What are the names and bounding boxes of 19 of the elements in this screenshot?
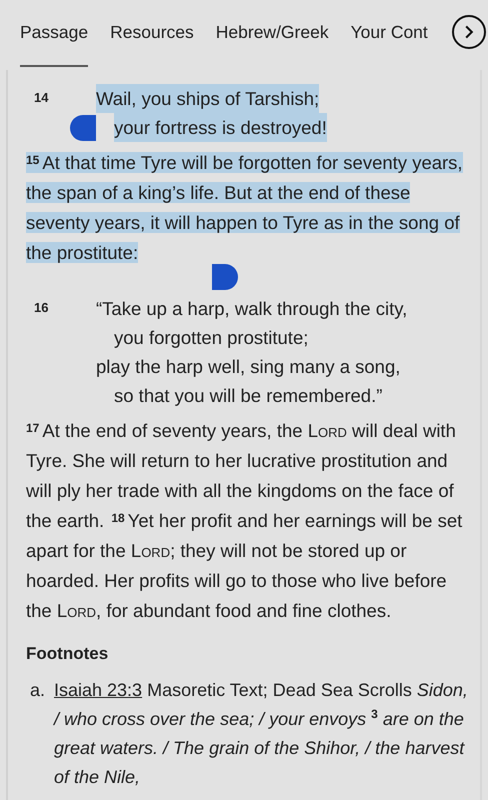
- verse-line: you forgotten prostitute;: [114, 326, 308, 350]
- verse-line: so that you will be remembered.”: [114, 384, 382, 408]
- verse-number: 14: [33, 89, 50, 105]
- verse-paragraph: $^{17}$ At the end of seventy years, the Lord will deal with Tyre. She will return to her lucrative prostitution and will ply her trade with all the kingdoms on the face of the earth. $^{18}$ Yet her profit and her earnings will be set apart for the Lord; they will not be stored up or hoarded. Her profits will go to those who live before the Lord, for abundant food and fine clothes.: [26, 419, 464, 623]
- tab[interactable]: Hebrew/Greek: [216, 4, 329, 66]
- tab[interactable]: Passage: [20, 4, 88, 66]
- verse-line: play the harp well, sing many a song,: [96, 355, 400, 379]
- verse-number: 16: [33, 299, 50, 315]
- next-button[interactable]: [452, 15, 486, 49]
- footnotes-heading: Footnotes: [26, 644, 110, 664]
- selection-handle-icon[interactable]: [212, 264, 238, 290]
- footnote-text: Isaiah 23:3 Masoretic Text; Dead Sea Scrolls Sidon, / who cross over the sea; / your envoys $^{3}$ are on the great waters. / The grain of the Shihor, / the harvest of the Nile,: [54, 679, 469, 789]
- tab[interactable]: Resources: [110, 4, 194, 66]
- selection-handle-icon[interactable]: [70, 115, 96, 141]
- tab[interactable]: Your Cont: [350, 4, 428, 66]
- verse-paragraph: $^{15}$ At that time Tyre will be forgotten for seventy years, the span of a king’s life. But at the end of these seventy years, it will happen to Tyre as in the song of the prostitute:: [26, 151, 464, 265]
- verse-line: “Take up a harp, walk through the city,: [96, 297, 408, 321]
- footnote-link[interactable]: Isaiah 23:3: [54, 680, 142, 700]
- footnote-marker: a.: [29, 679, 46, 702]
